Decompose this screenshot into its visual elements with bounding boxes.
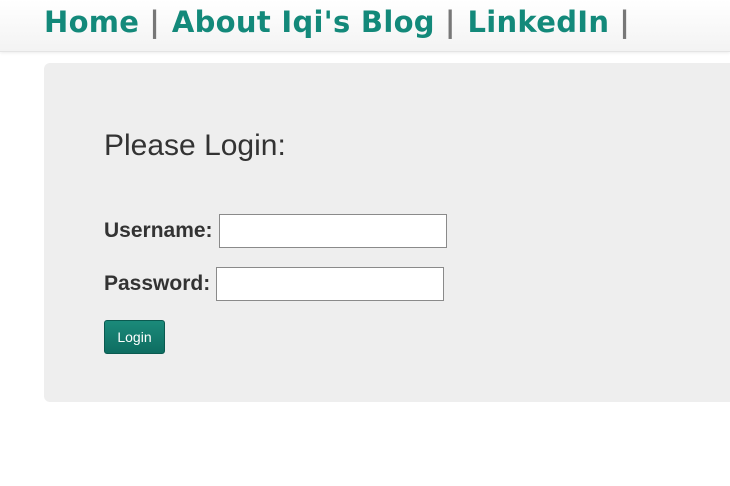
nav-link-about[interactable]: About Iqi's Blog xyxy=(172,2,435,42)
password-label: Password: xyxy=(104,272,211,295)
login-button[interactable]: Login xyxy=(104,320,165,354)
login-title: Please Login: xyxy=(104,129,286,162)
nav-link-linkedin[interactable]: LinkedIn xyxy=(467,2,609,42)
login-panel: Please Login: Username: Password: Login xyxy=(44,63,730,402)
username-row: Username: xyxy=(104,214,447,248)
password-input[interactable] xyxy=(216,267,445,301)
nav-link-home[interactable]: Home xyxy=(44,2,139,42)
username-label: Username: xyxy=(104,219,213,242)
nav-separator: | xyxy=(149,5,160,39)
nav-separator: | xyxy=(444,5,456,39)
nav-links: Home | About Iqi's Blog | LinkedIn | xyxy=(44,2,642,42)
password-row: Password: xyxy=(104,267,445,301)
username-input[interactable] xyxy=(218,214,447,248)
top-nav-bar: Home | About Iqi's Blog | LinkedIn | xyxy=(0,0,730,52)
nav-separator: | xyxy=(619,5,630,39)
